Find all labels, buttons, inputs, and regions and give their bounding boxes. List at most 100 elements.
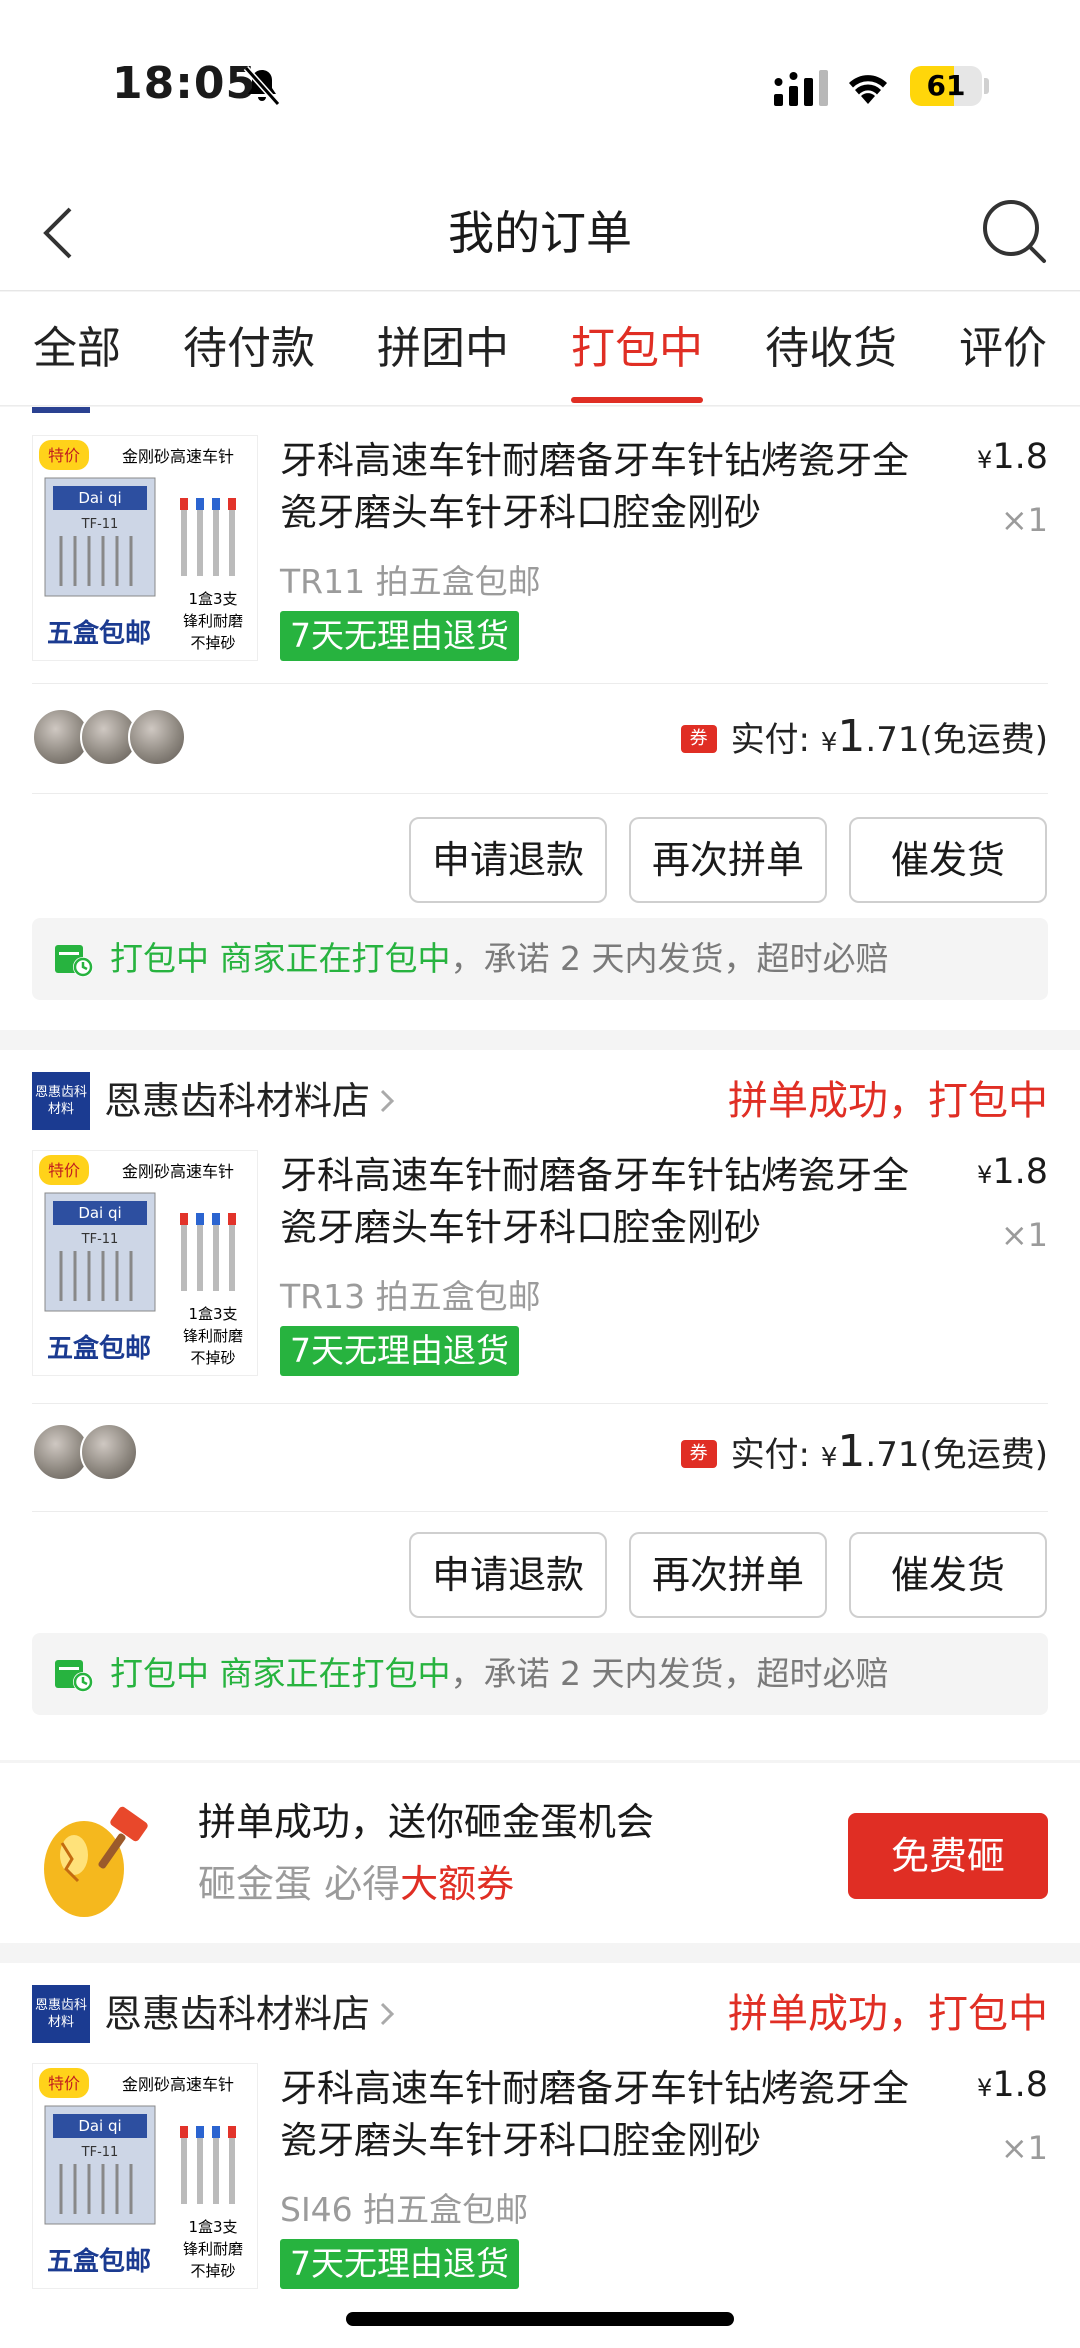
refund-button[interactable]: 申请退款 xyxy=(409,1532,607,1618)
shipping-notice-text: 打包中 商家正在打包中，承诺 2 天内发货，超时必赔 xyxy=(110,1654,889,1693)
thumb-promo: 五盒包邮 xyxy=(47,2246,151,2277)
order-status: 拼单成功，打包中 xyxy=(728,1078,1048,1124)
package-clock-icon xyxy=(55,1660,93,1692)
urge-shipping-button[interactable]: 催发货 xyxy=(849,1532,1047,1618)
tab-review[interactable]: 评价 xyxy=(959,292,1047,406)
divider xyxy=(32,683,1048,684)
product-image: 特价 金刚砂高速车针 Dai qi TF-11 1盒3支 锋利耐磨 不掉砂 五盒… xyxy=(33,1151,257,1375)
promo-title: 拼单成功，送你砸金蛋机会 xyxy=(198,1800,655,1844)
free-smash-button[interactable]: 免费砸 xyxy=(848,1813,1048,1899)
tab-pending-payment[interactable]: 待付款 xyxy=(183,292,315,406)
product-quantity: ×1 xyxy=(1000,2129,1048,2167)
reorder-button[interactable]: 再次拼单 xyxy=(629,817,827,903)
thumb-tag: 特价 xyxy=(48,446,80,465)
battery-percentage: 61 xyxy=(926,69,966,102)
product-price: ¥1.8 xyxy=(977,1152,1048,1192)
thumb-model: TF-11 xyxy=(81,2145,119,2160)
thumb-model: TF-11 xyxy=(81,1232,119,1247)
thumb-tag: 特价 xyxy=(48,1161,80,1180)
thumb-feature2: 不掉砂 xyxy=(190,2262,235,2280)
reorder-button[interactable]: 再次拼单 xyxy=(629,1532,827,1618)
product-price: ¥1.8 xyxy=(977,437,1048,477)
thumb-tag: 特价 xyxy=(48,2074,80,2093)
shipping-notice[interactable]: 打包中 商家正在打包中，承诺 2 天内发货，超时必赔 xyxy=(32,1633,1048,1715)
participant-avatars[interactable] xyxy=(32,1423,232,1481)
golden-egg-icon xyxy=(44,1806,148,1917)
product-quantity: ×1 xyxy=(1000,1216,1048,1254)
product-row[interactable]: 特价 金刚砂高速车针 Dai qi TF-11 1盒3支 锋利耐磨 不掉砂 五盒… xyxy=(32,435,1048,665)
shop-row[interactable]: 恩惠齿科 材料 恩惠齿科材料店 拼单成功，打包中 xyxy=(32,1072,1048,1130)
product-price: ¥1.8 xyxy=(977,2065,1048,2105)
product-image: 特价 金刚砂高速车针 Dai qi TF-11 1盒3支 锋利耐磨 不掉砂 五盒… xyxy=(33,2064,257,2288)
thumb-feature: 锋利耐磨 xyxy=(183,1327,243,1345)
product-title[interactable]: 牙科高速车针耐磨备牙车针钻烤瓷牙全瓷牙磨头车针牙科口腔金刚砂 xyxy=(280,2063,940,2167)
thumb-feature2: 不掉砂 xyxy=(190,1349,235,1367)
shop-logo: 恩惠齿科 材料 xyxy=(32,1985,90,2043)
product-spec: TR13 拍五盒包邮 xyxy=(280,1277,541,1316)
divider xyxy=(32,1511,1048,1512)
home-indicator[interactable] xyxy=(346,2312,734,2326)
divider xyxy=(32,793,1048,794)
thumb-feature: 锋利耐磨 xyxy=(183,612,243,630)
thumb-brand: Dai qi xyxy=(78,489,121,507)
promo-subtitle: 砸金蛋 必得大额券 xyxy=(198,1862,515,1906)
product-thumbnail[interactable]: 特价 金刚砂高速车针 Dai qi TF-11 1盒3支 锋利耐磨 不掉砂 五盒… xyxy=(32,2063,258,2289)
battery-icon: 61 xyxy=(910,66,982,106)
bell-slash-icon xyxy=(243,66,281,106)
search-icon[interactable] xyxy=(980,197,1050,267)
order-list[interactable]: 特价 金刚砂高速车针 Dai qi TF-11 1盒3支 锋利耐磨 不掉砂 五盒… xyxy=(0,407,1080,2348)
order-card: 恩惠齿科 材料 恩惠齿科材料店 拼单成功，打包中 特价 金刚砂高速车针 Dai … xyxy=(0,1963,1080,2348)
refund-button[interactable]: 申请退款 xyxy=(409,817,607,903)
back-icon[interactable] xyxy=(36,201,80,265)
thumb-header: 金刚砂高速车针 xyxy=(122,2075,234,2094)
return-badge: 7天无理由退货 xyxy=(280,611,519,661)
product-row[interactable]: 特价 金刚砂高速车针 Dai qi TF-11 1盒3支 锋利耐磨 不掉砂 五盒… xyxy=(32,2063,1048,2293)
shipping-notice[interactable]: 打包中 商家正在打包中，承诺 2 天内发货，超时必赔 xyxy=(32,918,1048,1000)
battery-cap xyxy=(984,78,989,94)
thumb-feature2: 不掉砂 xyxy=(190,634,235,652)
order-status: 拼单成功，打包中 xyxy=(728,1991,1048,2037)
thumb-pack: 1盒3支 xyxy=(188,1305,237,1323)
golden-egg-promo[interactable]: 拼单成功，送你砸金蛋机会 砸金蛋 必得大额券 免费砸 xyxy=(0,1763,1080,1943)
tab-pending-receipt[interactable]: 待收货 xyxy=(765,292,897,406)
active-tab-indicator xyxy=(571,397,703,403)
product-row[interactable]: 特价 金刚砂高速车针 Dai qi TF-11 1盒3支 锋利耐磨 不掉砂 五盒… xyxy=(32,1150,1048,1380)
thumb-brand: Dai qi xyxy=(78,2117,121,2135)
return-badge: 7天无理由退货 xyxy=(280,1326,519,1376)
product-title[interactable]: 牙科高速车针耐磨备牙车针钻烤瓷牙全瓷牙磨头车针牙科口腔金刚砂 xyxy=(280,435,940,539)
package-clock-icon xyxy=(55,945,93,977)
status-time: 18:05 xyxy=(112,58,258,109)
product-thumbnail[interactable]: 特价 金刚砂高速车针 Dai qi TF-11 1盒3支 锋利耐磨 不掉砂 五盒… xyxy=(32,1150,258,1376)
status-bar: 18:05 61 xyxy=(0,0,1080,175)
product-spec: TR11 拍五盒包邮 xyxy=(280,562,541,601)
avatar xyxy=(80,1423,138,1481)
product-spec: SI46 拍五盒包邮 xyxy=(280,2190,529,2229)
coupon-icon: 券 xyxy=(680,1439,717,1468)
divider xyxy=(32,1403,1048,1404)
urge-shipping-button[interactable]: 催发货 xyxy=(849,817,1047,903)
tab-all[interactable]: 全部 xyxy=(33,292,121,406)
thumb-feature: 锋利耐磨 xyxy=(183,2240,243,2258)
paid-amount: 券实付: ¥1.71(免运费) xyxy=(680,1423,1048,1481)
participant-avatars[interactable] xyxy=(32,708,232,766)
page-title: 我的订单 xyxy=(448,206,632,260)
shop-row[interactable]: 恩惠齿科 材料 恩惠齿科材料店 拼单成功，打包中 xyxy=(32,1985,1048,2043)
return-badge: 7天无理由退货 xyxy=(280,2239,519,2289)
tab-packing[interactable]: 打包中 xyxy=(571,292,703,406)
product-thumbnail[interactable]: 特价 金刚砂高速车针 Dai qi TF-11 1盒3支 锋利耐磨 不掉砂 五盒… xyxy=(32,435,258,661)
wifi-icon xyxy=(849,75,887,104)
shop-logo: 恩惠齿科 材料 xyxy=(32,1072,90,1130)
thumb-header: 金刚砂高速车针 xyxy=(122,447,234,466)
shop-name[interactable]: 恩惠齿科材料店 xyxy=(104,1072,370,1130)
tab-group-buying[interactable]: 拼团中 xyxy=(377,292,509,406)
thumb-brand: Dai qi xyxy=(78,1204,121,1222)
product-title[interactable]: 牙科高速车针耐磨备牙车针钻烤瓷牙全瓷牙磨头车针牙科口腔金刚砂 xyxy=(280,1150,940,1254)
chevron-right-icon xyxy=(380,2002,395,2026)
product-image: 特价 金刚砂高速车针 Dai qi TF-11 1盒3支 锋利耐磨 不掉砂 五盒… xyxy=(33,436,257,660)
shop-name[interactable]: 恩惠齿科材料店 xyxy=(104,1985,370,2043)
shop-logo-partial xyxy=(32,407,90,413)
thumb-pack: 1盒3支 xyxy=(188,2218,237,2236)
coupon-icon: 券 xyxy=(680,724,717,753)
order-card: 恩惠齿科 材料 恩惠齿科材料店 拼单成功，打包中 特价 金刚砂高速车针 Dai … xyxy=(0,1050,1080,1760)
order-tabs: 全部 待付款 拼团中 打包中 待收货 评价 xyxy=(0,292,1080,406)
